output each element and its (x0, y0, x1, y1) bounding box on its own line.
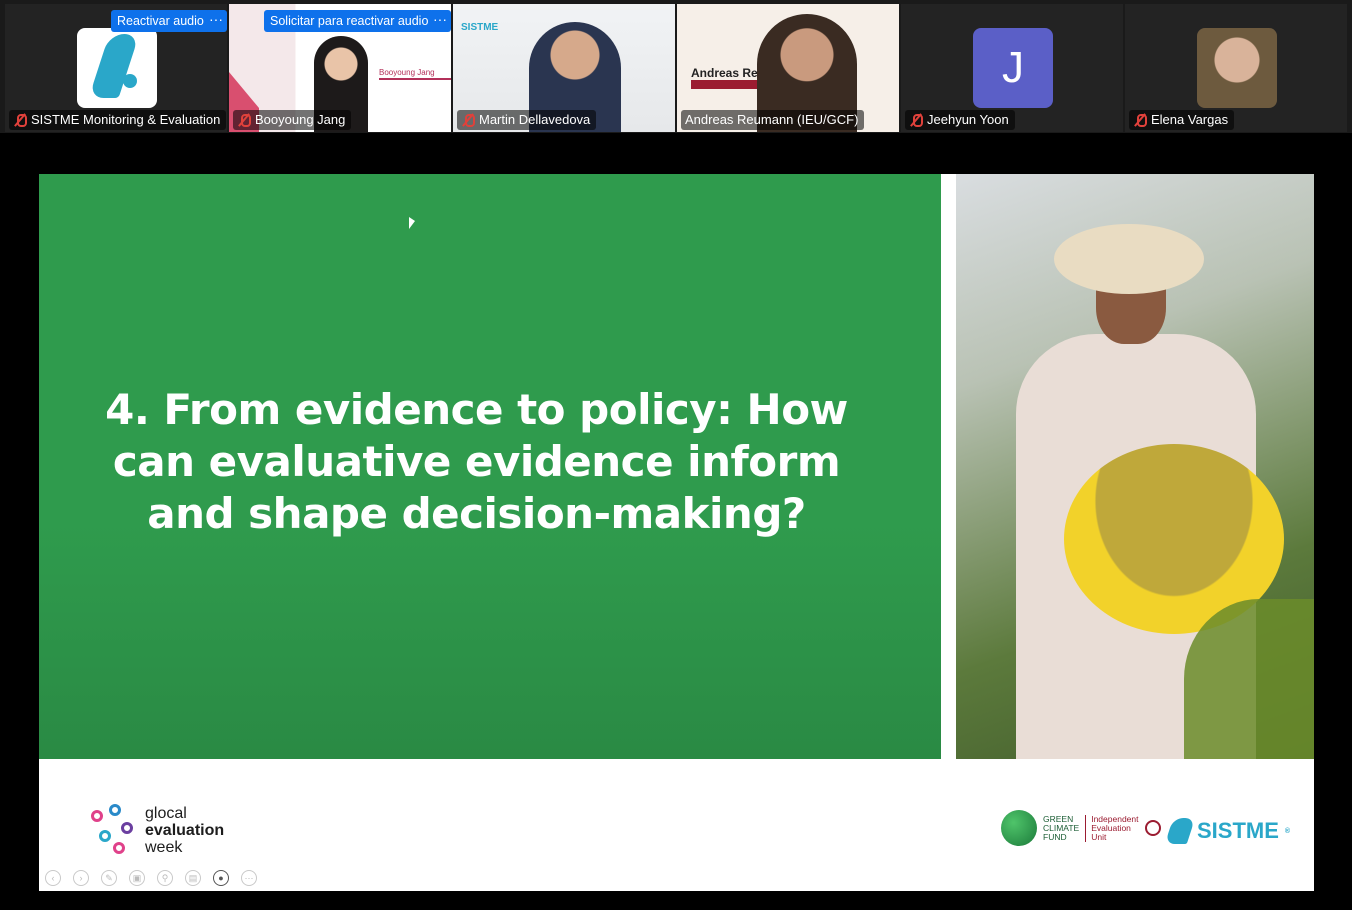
glocal-evaluation-week-logo: glocal evaluation week (91, 804, 224, 856)
pen-icon[interactable]: ✎ (101, 870, 117, 886)
participant-tile-elena[interactable]: Elena Vargas (1125, 4, 1347, 132)
participant-name-tag: Martin Dellavedova (457, 110, 597, 130)
gcf-wordmark: GREEN CLIMATE FUND (1043, 814, 1079, 842)
participant-strip: SISTME Monitoring & Evaluation Reactivar… (0, 0, 1352, 133)
slide-nav-next-icon[interactable]: › (73, 870, 89, 886)
sistme-logo: SISTME ® (1164, 818, 1291, 844)
profile-photo-avatar (1197, 28, 1277, 108)
sistme-logo-avatar (77, 28, 157, 108)
slide-title-panel: 4. From evidence to policy: How can eval… (39, 174, 941, 759)
slide-photo-coffee-farmer (956, 174, 1314, 759)
participant-name: Elena Vargas (1151, 112, 1229, 127)
mic-muted-icon (909, 113, 923, 127)
video-brand-text: SISTME (461, 22, 499, 33)
zoom-icon[interactable]: ⚲ (157, 870, 173, 886)
copy-icon[interactable]: ▣ (129, 870, 145, 886)
ieu-line-3: Unit (1091, 831, 1107, 842)
unmute-button[interactable]: Reactivar audio (111, 10, 210, 32)
registered-mark: ® (1284, 827, 1291, 835)
participant-name-tag: Booyoung Jang (233, 110, 352, 130)
video-caption: Booyoung Jang (379, 68, 435, 77)
slide-nav-prev-icon[interactable]: ‹ (45, 870, 61, 886)
gcf-line-3: FUND (1043, 831, 1067, 842)
participant-tile-martin[interactable]: SISTME Martin Dellavedova (453, 4, 675, 132)
participant-name-tag: Andreas Reumann (IEU/GCF) (681, 110, 865, 130)
slide-title: 4. From evidence to policy: How can eval… (105, 385, 848, 538)
initial-avatar: J (973, 28, 1053, 108)
more-options-icon[interactable]: ··· (205, 10, 227, 32)
slideshow-toolbar: ‹ › ✎ ▣ ⚲ ▤ ● ⋯ (45, 870, 257, 886)
participant-name-tag: Elena Vargas (1129, 110, 1235, 130)
participant-name: Booyoung Jang (255, 112, 346, 127)
sistme-wordmark: SISTME (1197, 818, 1279, 843)
participant-name: Jeehyun Yoon (927, 112, 1009, 127)
gew-line-1: glocal (145, 804, 187, 822)
gcf-ieu-logo: GREEN CLIMATE FUND Independent Evaluatio… (1001, 810, 1161, 846)
gew-wordmark: glocal evaluation week (145, 805, 224, 856)
mouse-cursor-icon (409, 217, 415, 229)
gew-line-3: week (145, 838, 183, 856)
participant-name-tag: SISTME Monitoring & Evaluation (9, 110, 227, 130)
gew-mark-icon (91, 804, 137, 856)
gcf-globe-icon (1001, 810, 1037, 846)
sistme-mark-icon (1164, 818, 1196, 844)
ieu-seal-icon (1144, 820, 1161, 836)
mic-muted-icon (13, 113, 27, 127)
photo-figure-hat (1054, 224, 1204, 294)
more-options-icon[interactable]: ··· (429, 10, 451, 32)
video-caption-underline (379, 78, 451, 80)
request-unmute-button[interactable]: Solicitar para reactivar audio (264, 10, 435, 32)
participant-name: Martin Dellavedova (479, 112, 591, 127)
zoom-meeting-window: SISTME Monitoring & Evaluation Reactivar… (0, 0, 1352, 910)
mic-muted-icon (237, 113, 251, 127)
camera-icon[interactable]: ● (213, 870, 229, 886)
presentation-slide: 4. From evidence to policy: How can eval… (39, 174, 1314, 891)
notes-icon[interactable]: ▤ (185, 870, 201, 886)
participant-tile-andreas[interactable]: Andreas Reum Andreas Reumann (IEU/GCF) (677, 4, 899, 132)
mic-muted-icon (1133, 113, 1147, 127)
shared-screen: 4. From evidence to policy: How can eval… (39, 133, 1314, 891)
mic-muted-icon (461, 113, 475, 127)
gew-line-2: evaluation (145, 821, 225, 839)
more-icon[interactable]: ⋯ (241, 870, 257, 886)
participant-name: SISTME Monitoring & Evaluation (31, 112, 221, 127)
ieu-wordmark: Independent Evaluation Unit (1085, 814, 1139, 842)
participant-tile-jeehyun[interactable]: J Jeehyun Yoon (901, 4, 1123, 132)
participant-name: Andreas Reumann (IEU/GCF) (685, 112, 859, 127)
participant-name-tag: Jeehyun Yoon (905, 110, 1015, 130)
